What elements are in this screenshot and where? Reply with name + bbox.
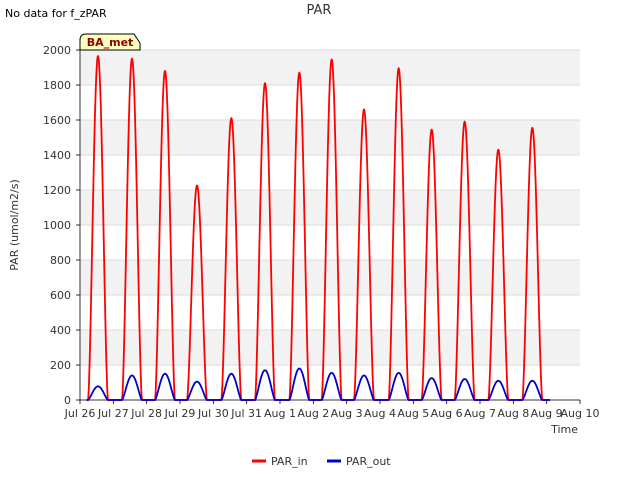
plot-band xyxy=(80,155,580,190)
y-tick-label: 1600 xyxy=(43,114,71,127)
annotation-label: BA_met xyxy=(87,36,134,49)
no-data-note: No data for f_zPAR xyxy=(5,7,107,20)
plot-band xyxy=(80,190,580,225)
x-tick-label: Jul 27 xyxy=(97,407,129,420)
y-tick-label: 200 xyxy=(50,359,71,372)
plot-band xyxy=(80,225,580,260)
x-axis-title: Time xyxy=(550,423,578,436)
x-tick-label: Aug 9 xyxy=(531,407,563,420)
y-tick-label: 800 xyxy=(50,254,71,267)
y-axis-title: PAR (umol/m2/s) xyxy=(8,179,21,271)
x-tick-label: Aug 10 xyxy=(561,407,600,420)
y-tick-label: 1800 xyxy=(43,79,71,92)
x-tick-label: Aug 8 xyxy=(497,407,529,420)
x-tick-label: Jul 30 xyxy=(197,407,229,420)
y-tick-label: 400 xyxy=(50,324,71,337)
plot-band xyxy=(80,120,580,155)
y-tick-label: 1200 xyxy=(43,184,71,197)
y-tick-label: 2000 xyxy=(43,44,71,57)
x-tick-label: Aug 6 xyxy=(431,407,463,420)
x-tick-label: Aug 7 xyxy=(464,407,496,420)
x-tick-label: Aug 1 xyxy=(264,407,296,420)
chart-title: PAR xyxy=(307,3,332,18)
x-tick-label: Jul 26 xyxy=(64,407,96,420)
x-tick-label: Aug 3 xyxy=(331,407,363,420)
x-tick-label: Jul 29 xyxy=(164,407,196,420)
y-tick-label: 0 xyxy=(64,394,71,407)
legend-label-par-in: PAR_in xyxy=(271,455,308,468)
y-tick-label: 1400 xyxy=(43,149,71,162)
legend-label-par-out: PAR_out xyxy=(346,455,391,468)
y-tick-label: 1000 xyxy=(43,219,71,232)
chart-area: No data for f_zPAR 0 200 400 600 800 1000 1200… xyxy=(0,0,640,480)
x-tick-label: Jul 28 xyxy=(130,407,162,420)
par-chart: 0 200 400 600 800 1000 1200 1400 1600 1800 2000 Jul… xyxy=(8,3,600,468)
x-tick-label: Aug 2 xyxy=(297,407,329,420)
x-tick-label: Aug 4 xyxy=(364,407,396,420)
x-tick-label: Aug 5 xyxy=(397,407,429,420)
x-tick-label: Jul 31 xyxy=(230,407,262,420)
y-tick-label: 600 xyxy=(50,289,71,302)
